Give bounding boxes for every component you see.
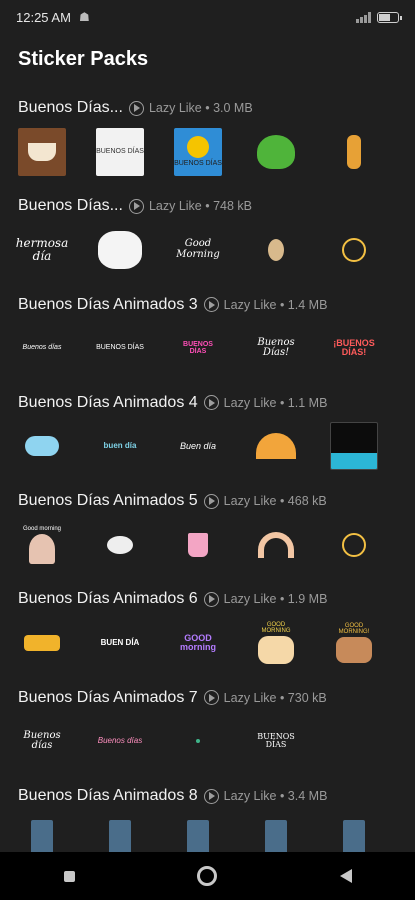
- sticker-buenos-dias-red[interactable]: ¡BUENOS DÍAS!: [330, 324, 378, 372]
- sticker-buenos-dias-outline[interactable]: Buenos Días!: [252, 324, 300, 372]
- sticker-rainbow[interactable]: [252, 521, 300, 569]
- sticker-pack-item[interactable]: Buenos Días Animados 7 Lazy Like • 730 k…: [0, 682, 415, 780]
- sticker-cloud-blue[interactable]: [18, 422, 66, 470]
- pack-meta: Lazy Like • 748 kB: [148, 199, 252, 214]
- pack-title: Buenos Días Animados 6: [18, 590, 198, 608]
- pack-title: Buenos Días Animados 4: [18, 393, 198, 411]
- sticker-sun-card-text: BUENOS DÍAS: [174, 159, 222, 167]
- pack-title: Buenos Días Animados 8: [18, 787, 198, 805]
- status-time: 12:25 AM: [16, 9, 71, 25]
- sticker-buenos-dias-script[interactable]: Buenos días: [18, 324, 66, 372]
- play-icon: [203, 297, 219, 313]
- pack-title: Buenos Días Animados 7: [18, 688, 198, 706]
- sticker-buen-dia-sun[interactable]: BUEN DÍA: [96, 619, 144, 667]
- sticker-buen-dia-heart[interactable]: Buen día: [174, 422, 222, 470]
- sticker-buenos-dias-pink[interactable]: BUENOS DÍAS: [174, 324, 222, 372]
- notification-icon: ☗: [78, 10, 90, 24]
- home-button[interactable]: [187, 856, 227, 896]
- sticker-buen-dia-cloud[interactable]: buen día: [96, 422, 144, 470]
- sticker-buenos-dias-outline-2[interactable]: BUENOS DÍAS: [252, 717, 300, 765]
- sticker-buenos-dias-handwritten[interactable]: Buenos días: [18, 717, 66, 765]
- sticker-girl-morning-text: Good morning: [22, 525, 62, 532]
- status-bar: 12:25 AM ☗: [0, 0, 415, 34]
- sticker-pack-list[interactable]: Buenos Días... Lazy Like • 3.0 MB BUENOS…: [0, 92, 415, 878]
- sticker-card[interactable]: BUENOS DÍAS: [96, 127, 144, 176]
- back-button[interactable]: [326, 856, 366, 896]
- triangle-back-icon: [339, 869, 352, 883]
- play-icon: [203, 493, 219, 509]
- pack-meta: Lazy Like • 730 kB: [223, 690, 327, 705]
- sticker-dark-box[interactable]: [330, 422, 378, 471]
- pack-title: Buenos Días Animados 3: [18, 295, 198, 313]
- circle-icon: [197, 866, 218, 886]
- square-icon: [63, 870, 75, 882]
- sticker-white-cushion[interactable]: [96, 226, 144, 274]
- pack-meta: Lazy Like • 1.9 MB: [223, 592, 328, 607]
- sticker-cats-morning-text: GOOD MORNING!: [338, 622, 370, 635]
- pack-meta: Lazy Like • 1.1 MB: [223, 395, 328, 410]
- sticker-pack-item[interactable]: Buenos Días Animados 4 Lazy Like • 1.1 M…: [0, 387, 415, 485]
- play-icon: [203, 788, 219, 804]
- sticker-flower[interactable]: [330, 128, 378, 176]
- sticker-frog[interactable]: [252, 128, 300, 176]
- sticker-sun-orange[interactable]: [252, 422, 300, 470]
- sticker-small-dot[interactable]: [174, 717, 222, 765]
- sticker-pack-item[interactable]: Buenos Días... Lazy Like • 3.0 MB BUENOS…: [0, 92, 415, 190]
- play-icon: [203, 395, 219, 411]
- sticker-pack-item[interactable]: Buenos Días Animados 5 Lazy Like • 468 k…: [0, 485, 415, 583]
- sticker-yellow-banner[interactable]: [18, 619, 66, 667]
- sticker-buenos-dias-pink-script[interactable]: Buenos días: [96, 717, 144, 765]
- sticker-pack-item[interactable]: Buenos Días Animados 3 Lazy Like • 1.4 M…: [0, 289, 415, 387]
- pack-meta: Lazy Like • 468 kB: [223, 494, 327, 509]
- play-icon: [128, 198, 144, 214]
- sticker-pack-item[interactable]: Buenos Días Animados 6 Lazy Like • 1.9 M…: [0, 583, 415, 681]
- pack-meta: Lazy Like • 1.4 MB: [223, 297, 328, 312]
- sticker-good-morning[interactable]: Good Morning: [174, 226, 222, 274]
- pack-title: Buenos Días...: [18, 197, 123, 215]
- sticker-sun-cloud[interactable]: [330, 226, 378, 274]
- sticker-pack-item[interactable]: Buenos Días... Lazy Like • 748 kB hermos…: [0, 190, 415, 288]
- play-icon: [203, 591, 219, 607]
- play-icon: [128, 100, 144, 116]
- sticker-speech-bubble[interactable]: [96, 521, 144, 569]
- pack-meta: Lazy Like • 3.4 MB: [223, 789, 328, 804]
- play-icon: [203, 690, 219, 706]
- pack-title: Buenos Días...: [18, 99, 123, 116]
- sticker-cats-morning[interactable]: GOOD MORNING!: [330, 619, 378, 667]
- sticker-good-morning-purple[interactable]: GOOD morning: [174, 619, 222, 667]
- page-title: Sticker Packs: [18, 48, 149, 70]
- recents-button[interactable]: [49, 856, 89, 896]
- sticker-hermosa-dia[interactable]: hermosa día: [16, 226, 68, 274]
- sticker-sun-card[interactable]: BUENOS DÍAS: [174, 127, 222, 176]
- sticker-pink-mug[interactable]: [174, 521, 222, 569]
- pack-meta: Lazy Like • 3.0 MB: [148, 101, 253, 115]
- sticker-girls-morning-text: GOOD MORNING: [261, 621, 291, 634]
- signal-icon: [356, 11, 371, 23]
- sticker-girls-morning[interactable]: GOOD MORNING: [252, 619, 300, 667]
- sticker-buenos-dias-caps[interactable]: BUENOS DÍAS: [96, 324, 144, 372]
- sticker-girl-morning[interactable]: Good morning: [18, 521, 66, 569]
- pack-title: Buenos Días Animados 5: [18, 492, 198, 510]
- battery-icon: [377, 11, 402, 23]
- sticker-coffee[interactable]: [18, 127, 66, 176]
- sticker-sun-cloud-2[interactable]: [330, 521, 378, 569]
- system-nav-bar: [0, 852, 415, 900]
- sticker-bird[interactable]: [252, 226, 300, 274]
